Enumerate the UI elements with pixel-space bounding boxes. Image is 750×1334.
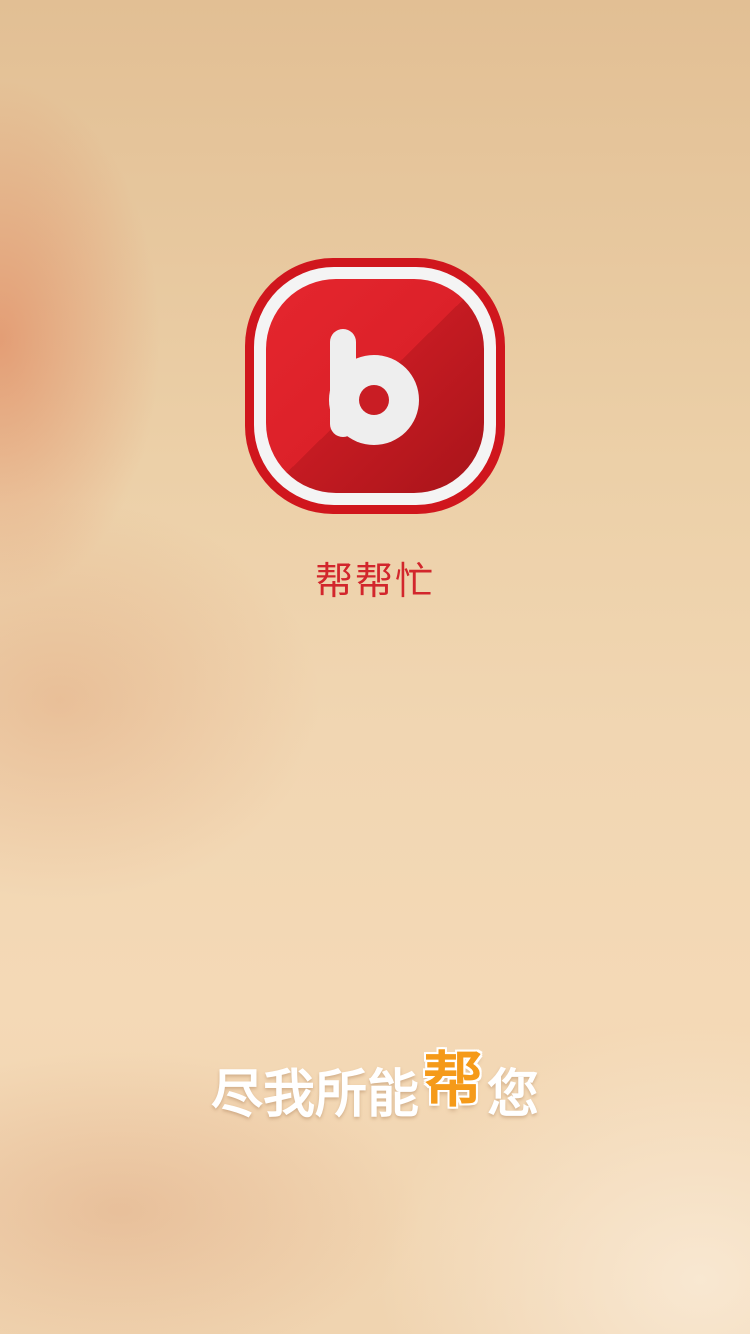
slogan: 尽我所能帮您	[0, 1046, 750, 1135]
app-logo-icon	[244, 257, 506, 515]
app-name: 帮帮忙	[314, 559, 435, 603]
slogan-highlight: 帮	[423, 1046, 483, 1116]
slogan-text-after: 您	[487, 1065, 540, 1125]
slogan-text-before: 尽我所能	[210, 1065, 419, 1125]
splash-screen: 帮帮忙 尽我所能帮您	[0, 0, 750, 1334]
